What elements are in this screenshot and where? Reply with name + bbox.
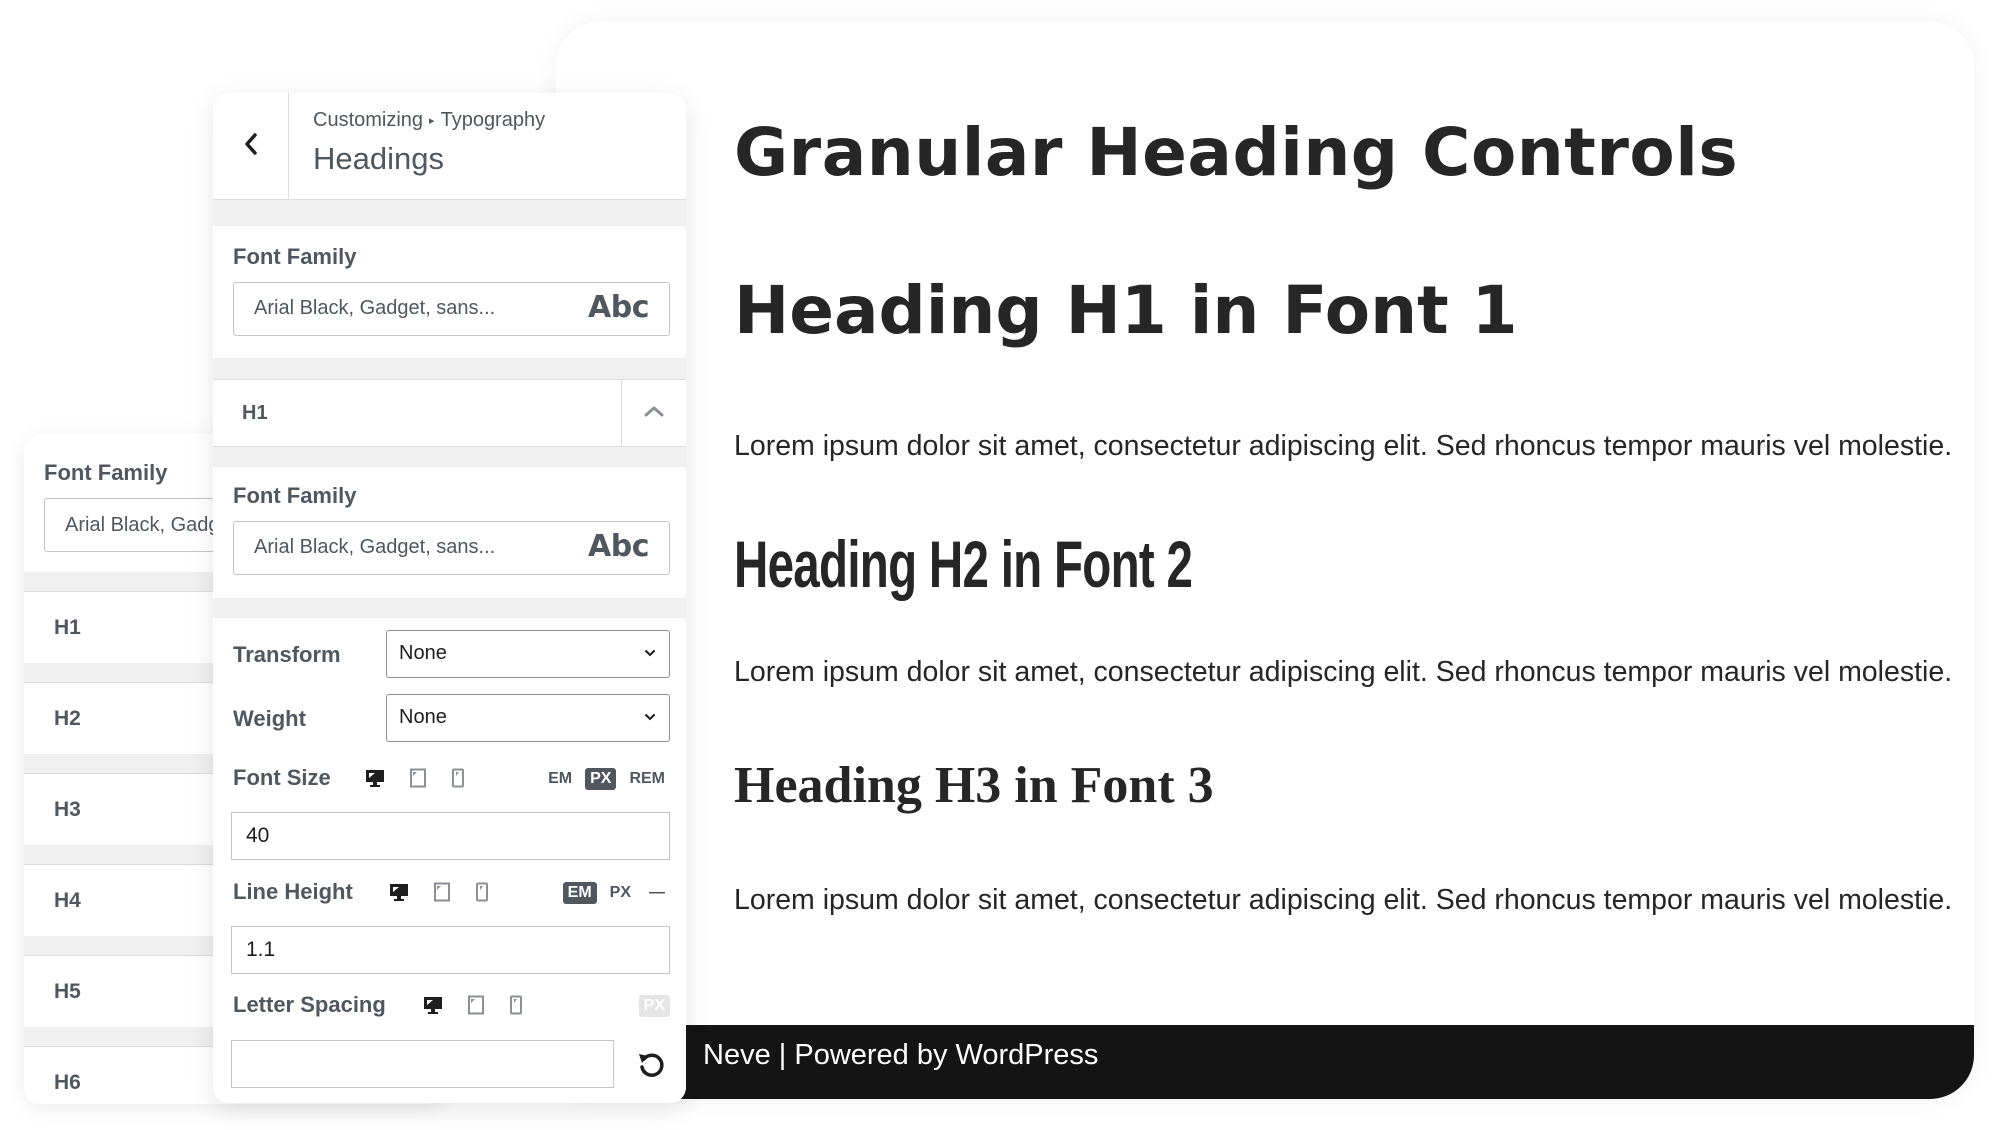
unit-none[interactable]: — xyxy=(644,882,670,904)
mobile-icon[interactable] xyxy=(451,768,465,788)
preview-heading-h3: Heading H3 in Font 3 xyxy=(734,757,1214,814)
font-family-label: Font Family xyxy=(44,460,168,485)
weight-select[interactable]: None xyxy=(386,694,670,742)
unit-em[interactable]: EM xyxy=(562,882,597,904)
preview-paragraph: Lorem ipsum dolor sit amet, consectetur … xyxy=(734,656,1953,688)
desktop-icon[interactable] xyxy=(389,882,409,902)
font-preview-sample: Abc xyxy=(588,529,649,564)
chevron-up-icon xyxy=(643,404,665,423)
customizer-panel: Customizing ▸ Typography Headings Font Fam… xyxy=(213,93,686,1103)
section-divider xyxy=(213,598,686,618)
reset-icon[interactable] xyxy=(636,1050,666,1085)
font-size-label: Font Size xyxy=(233,765,331,790)
mobile-icon[interactable] xyxy=(475,882,489,902)
section-divider xyxy=(213,358,686,380)
preview-paragraph: Lorem ipsum dolor sit amet, consectetur … xyxy=(734,884,1953,916)
font-preview-sample: Abc xyxy=(588,290,649,325)
chevron-left-icon xyxy=(243,131,259,162)
h1-typography-controls: Transform None Weight None Font Size EM … xyxy=(213,618,686,1103)
desktop-icon[interactable] xyxy=(423,995,443,1015)
weight-label: Weight xyxy=(233,706,306,731)
h1-font-family-select[interactable]: Arial Black, Gadget, sans... Abc xyxy=(233,521,670,575)
letter-spacing-device-switcher xyxy=(423,995,523,1015)
desktop-icon[interactable] xyxy=(365,768,385,788)
letter-spacing-input[interactable] xyxy=(231,1040,614,1088)
unit-em[interactable]: EM xyxy=(543,768,577,790)
panel-header: Customizing ▸ Typography Headings xyxy=(213,93,686,200)
tablet-icon[interactable] xyxy=(409,768,427,788)
transform-label: Transform xyxy=(233,642,341,667)
font-size-unit-switcher: EM PX REM xyxy=(543,768,670,790)
chevron-down-icon xyxy=(643,695,657,757)
preview-page-title: Granular Heading Controls xyxy=(734,114,1739,191)
line-height-label: Line Height xyxy=(233,879,353,904)
line-height-input[interactable]: 1.1 xyxy=(231,926,670,974)
accordion-toggle[interactable] xyxy=(621,380,686,447)
font-family-label: Font Family xyxy=(233,244,357,269)
font-family-value: Arial Black, Gadget, sans... xyxy=(254,297,496,319)
preview-paragraph: Lorem ipsum dolor sit amet, consectetur … xyxy=(734,430,1953,462)
breadcrumb: Customizing ▸ Typography xyxy=(313,109,545,132)
chevron-down-icon xyxy=(643,631,657,693)
line-height-unit-switcher: EM PX — xyxy=(562,882,670,904)
weight-value: None xyxy=(399,706,447,728)
font-size-input[interactable]: 40 xyxy=(231,812,670,860)
h1-font-family-section: Font Family Arial Black, Gadget, sans...… xyxy=(213,467,686,598)
accordion-h1[interactable]: H1 xyxy=(213,380,686,447)
mobile-icon[interactable] xyxy=(509,995,523,1015)
global-font-family-section: Font Family Arial Black, Gadget, sans...… xyxy=(213,226,686,358)
unit-px[interactable]: PX xyxy=(585,768,617,790)
letter-spacing-unit-switcher: PX xyxy=(638,995,670,1017)
accordion-h1-label: H1 xyxy=(242,402,268,424)
line-height-device-switcher xyxy=(389,882,489,902)
letter-spacing-label: Letter Spacing xyxy=(233,992,386,1017)
back-button[interactable] xyxy=(213,93,289,200)
transform-value: None xyxy=(399,642,447,664)
panel-title: Headings xyxy=(313,141,444,176)
tablet-icon[interactable] xyxy=(467,995,485,1015)
preview-heading-h1: Heading H1 in Font 1 xyxy=(734,272,1518,349)
footer-credit[interactable]: Neve | Powered by WordPress xyxy=(703,1039,1098,1071)
site-preview: Granular Heading Controls Heading H1 in … xyxy=(556,22,1974,1099)
unit-rem[interactable]: REM xyxy=(624,768,670,790)
font-family-label: Font Family xyxy=(233,483,357,508)
preview-heading-h2: Heading H2 in Font 2 xyxy=(734,527,1193,601)
section-divider xyxy=(213,200,686,226)
font-size-device-switcher xyxy=(365,768,465,788)
font-family-value: Arial Black, Gadget, sans... xyxy=(254,536,496,558)
breadcrumb-separator: ▸ xyxy=(429,115,435,127)
site-footer: Neve | Powered by WordPress xyxy=(556,1025,1974,1099)
unit-px[interactable]: PX xyxy=(605,882,636,904)
breadcrumb-item: Customizing xyxy=(313,109,424,131)
tablet-icon[interactable] xyxy=(433,882,451,902)
section-divider xyxy=(213,447,686,467)
global-font-family-select[interactable]: Arial Black, Gadget, sans... Abc xyxy=(233,282,670,336)
unit-px[interactable]: PX xyxy=(638,995,670,1017)
transform-select[interactable]: None xyxy=(386,630,670,678)
breadcrumb-item: Typography xyxy=(440,109,546,131)
